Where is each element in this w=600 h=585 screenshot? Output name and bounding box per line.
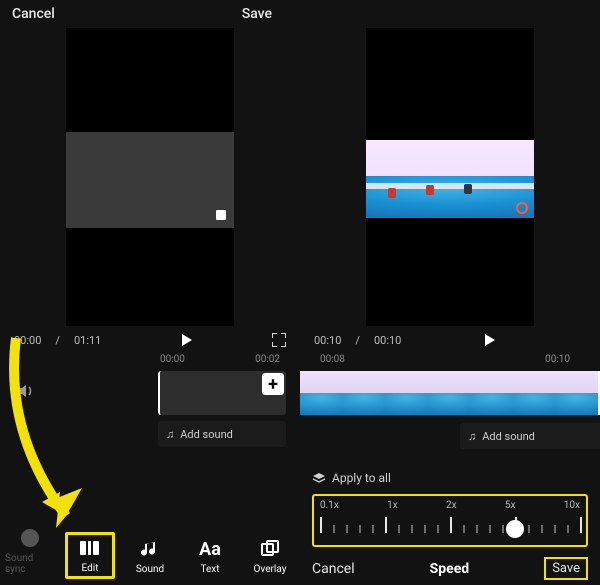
tool-text[interactable]: Aa Text [185,534,235,579]
play-button[interactable] [179,332,195,348]
speed-save-button[interactable]: Save [544,557,588,580]
time-total: 00:10 [374,334,401,347]
speed-panel: Apply to all 0.1x 1x 2x 5x 10x Cancel Sp… [300,466,600,585]
volume-icon[interactable] [14,382,38,404]
preview-content-placeholder [66,132,234,228]
add-sound-button[interactable]: ♫ Add sound [158,421,286,447]
video-preview-left[interactable] [66,28,234,326]
add-clip-button[interactable]: + [262,373,284,395]
save-button[interactable]: Save [242,6,288,22]
music-note-icon: ♫ [468,430,476,443]
video-track-left[interactable]: + [158,371,286,415]
tool-edit[interactable]: Edit [65,532,115,579]
time-current: 00:00 [14,334,41,347]
time-total: 01:11 [74,334,101,347]
left-editor-pane: Cancel Save 00:00/01:11 00:0000:02 [0,0,300,585]
speed-cancel-button[interactable]: Cancel [312,561,355,577]
add-sound-button[interactable]: ♫ Add sound [460,423,600,449]
timeline-ruler-left: 00:0000:02 [0,348,300,367]
fullscreen-icon[interactable] [272,333,286,347]
watermark-icon [216,210,226,220]
apply-to-all-toggle[interactable]: Apply to all [312,470,588,486]
speed-title: Speed [430,561,470,577]
tool-overlay[interactable]: Overlay [245,534,295,579]
speed-slider[interactable]: 0.1x 1x 2x 5x 10x [312,494,588,547]
cancel-button[interactable]: Cancel [12,6,55,22]
tool-sound[interactable]: Sound [125,534,175,579]
record-indicator-icon [516,202,528,214]
editor-toolbar: Sound sync Edit Sound Aa Text Overlay [0,523,300,579]
video-track-right[interactable] [300,371,600,415]
video-preview-right[interactable] [366,28,534,326]
tool-sound-sync[interactable]: Sound sync [5,523,55,579]
play-button[interactable] [482,332,498,348]
music-note-icon: ♫ [166,428,174,441]
preview-frame [366,140,534,218]
time-current: 00:10 [314,334,341,347]
timeline-ruler-right: 00:0800:10 [300,348,600,367]
